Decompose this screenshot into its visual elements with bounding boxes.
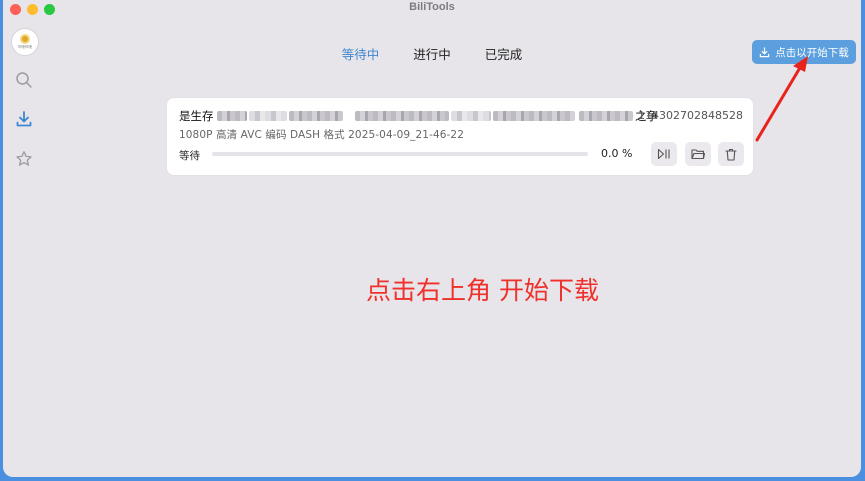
annotation-arrow-icon <box>755 56 808 142</box>
app-window: BiliTools 哔哩哔哩 等待中 进行中 已完成 点击以开始下载 是生存 之… <box>3 0 861 477</box>
